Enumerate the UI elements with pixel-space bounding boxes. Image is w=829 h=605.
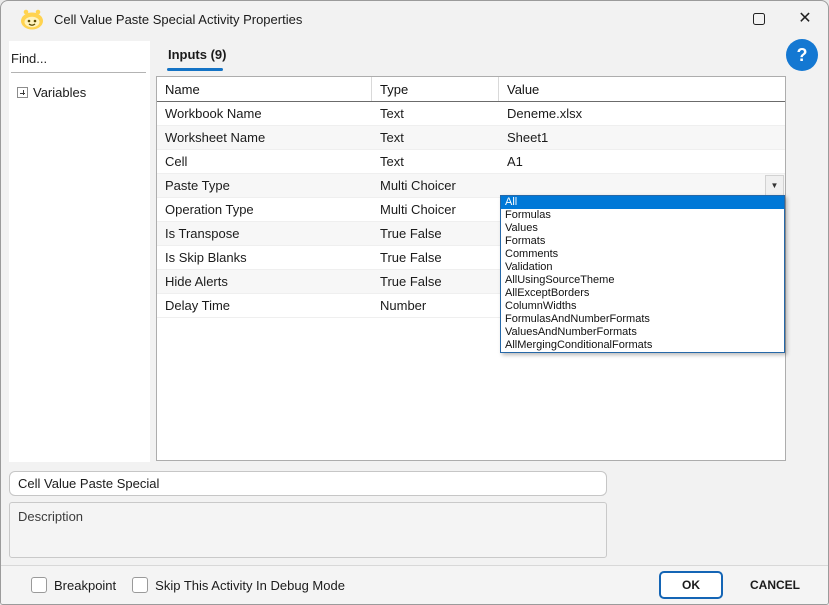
find-input[interactable]: Find... [11,49,146,73]
question-mark-icon: ? [797,45,808,66]
table-row[interactable]: Workbook Name Text Deneme.xlsx [157,102,785,126]
cell-type: Text [372,126,499,149]
column-header-type[interactable]: Type [372,77,499,101]
breakpoint-checkbox[interactable] [31,577,47,593]
cell-name: Operation Type [157,198,372,221]
dropdown-item[interactable]: Validation [501,261,784,274]
tree-item-variables[interactable]: Variables [17,85,150,100]
dropdown-item[interactable]: All [501,196,784,209]
title-bar: Cell Value Paste Special Activity Proper… [1,1,828,37]
dropdown-item[interactable]: Comments [501,248,784,261]
cell-name: Worksheet Name [157,126,372,149]
chevron-down-icon: ▼ [771,181,779,190]
breakpoint-label: Breakpoint [54,578,116,593]
sidebar: Find... Variables [9,41,150,462]
help-button[interactable]: ? [786,39,818,71]
tree-item-label: Variables [33,85,86,100]
skip-debug-checkbox[interactable] [132,577,148,593]
maximize-button[interactable] [736,2,782,36]
cell-type: True False [372,270,499,293]
dropdown-item[interactable]: AllExceptBorders [501,287,784,300]
cell-type: Multi Choicer [372,174,499,197]
cell-name: Is Skip Blanks [157,246,372,269]
dropdown-item[interactable]: ValuesAndNumberFormats [501,326,784,339]
cell-name: Cell [157,150,372,173]
cell-name: Paste Type [157,174,372,197]
cell-type: Number [372,294,499,317]
window-title: Cell Value Paste Special Activity Proper… [54,12,302,27]
table-header-row: Name Type Value [157,77,785,102]
dropdown-item[interactable]: Values [501,222,784,235]
cell-value-combo[interactable]: ▼ [499,174,785,197]
cell-name: Hide Alerts [157,270,372,293]
ok-button[interactable]: OK [659,571,723,599]
dropdown-item[interactable]: AllMergingConditionalFormats [501,339,784,352]
cell-name: Workbook Name [157,102,372,125]
cell-value[interactable]: Sheet1 [499,126,785,149]
skip-debug-label: Skip This Activity In Debug Mode [155,578,345,593]
cell-name: Delay Time [157,294,372,317]
dropdown-item[interactable]: ColumnWidths [501,300,784,313]
dialog-window: Cell Value Paste Special Activity Proper… [0,0,829,605]
dropdown-item[interactable]: Formats [501,235,784,248]
close-button[interactable]: ✕ [782,2,828,36]
tab-inputs[interactable]: Inputs (9) [168,47,227,62]
cell-type: True False [372,246,499,269]
maximize-icon [753,13,765,25]
cell-type: True False [372,222,499,245]
description-textarea[interactable]: Description [9,502,607,558]
cancel-button[interactable]: CANCEL [750,578,800,592]
expand-plus-icon[interactable] [17,87,28,98]
cell-name: Is Transpose [157,222,372,245]
cell-type: Multi Choicer [372,198,499,221]
column-header-value[interactable]: Value [499,77,785,101]
paste-type-dropdown: All Formulas Values Formats Comments Val… [500,195,785,353]
footer: Breakpoint Skip This Activity In Debug M… [1,565,828,604]
bee-app-icon [19,8,45,30]
dropdown-item[interactable]: Formulas [501,209,784,222]
close-icon: ✕ [798,11,811,27]
table-row[interactable]: Cell Text A1 [157,150,785,174]
tab-active-indicator [167,68,223,71]
cell-type: Text [372,102,499,125]
cell-value[interactable]: Deneme.xlsx [499,102,785,125]
dropdown-item[interactable]: AllUsingSourceTheme [501,274,784,287]
cell-value[interactable]: A1 [499,150,785,173]
activity-name-input[interactable] [9,471,607,496]
dropdown-item[interactable]: FormulasAndNumberFormats [501,313,784,326]
column-header-name[interactable]: Name [157,77,372,101]
combo-dropdown-button[interactable]: ▼ [765,175,784,196]
table-row[interactable]: Worksheet Name Text Sheet1 [157,126,785,150]
cell-type: Text [372,150,499,173]
